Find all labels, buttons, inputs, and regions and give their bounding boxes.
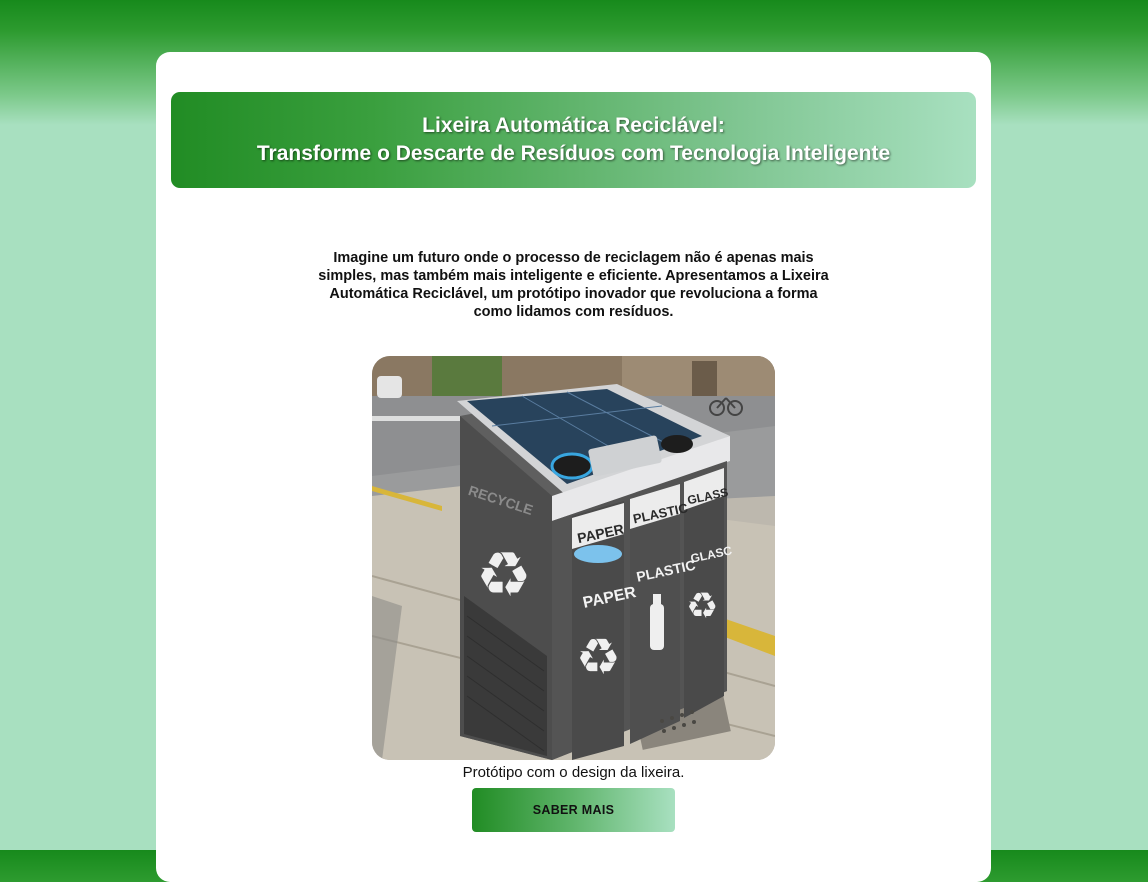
saber-mais-button[interactable]: SABER MAIS: [472, 788, 675, 832]
image-caption: Protótipo com o design da lixeira.: [462, 764, 685, 781]
page-title-line-1: Lixeira Automática Reciclável:: [422, 114, 725, 137]
content-card: Lixeira Automática Reciclável: Transform…: [156, 52, 991, 882]
svg-text:♻: ♻: [476, 538, 532, 611]
intro-paragraph: Imagine um futuro onde o processo de rec…: [318, 249, 829, 320]
svg-text:♻: ♻: [686, 586, 718, 627]
bottle-icon: [650, 604, 664, 650]
page-title-line-2: Transforme o Descarte de Resíduos com Te…: [256, 142, 891, 165]
prototype-image: PAPER PLASTIC GLASS PAPER PLASTIC GLASC …: [372, 356, 775, 760]
svg-text:♻: ♻: [576, 628, 621, 686]
recycle-icon-side: ♻: [476, 538, 532, 611]
page-header-banner: Lixeira Automática Reciclável: Transform…: [171, 92, 976, 188]
recycle-icon-glass: ♻: [686, 586, 718, 627]
recycle-icon-paper: ♻: [576, 628, 621, 686]
